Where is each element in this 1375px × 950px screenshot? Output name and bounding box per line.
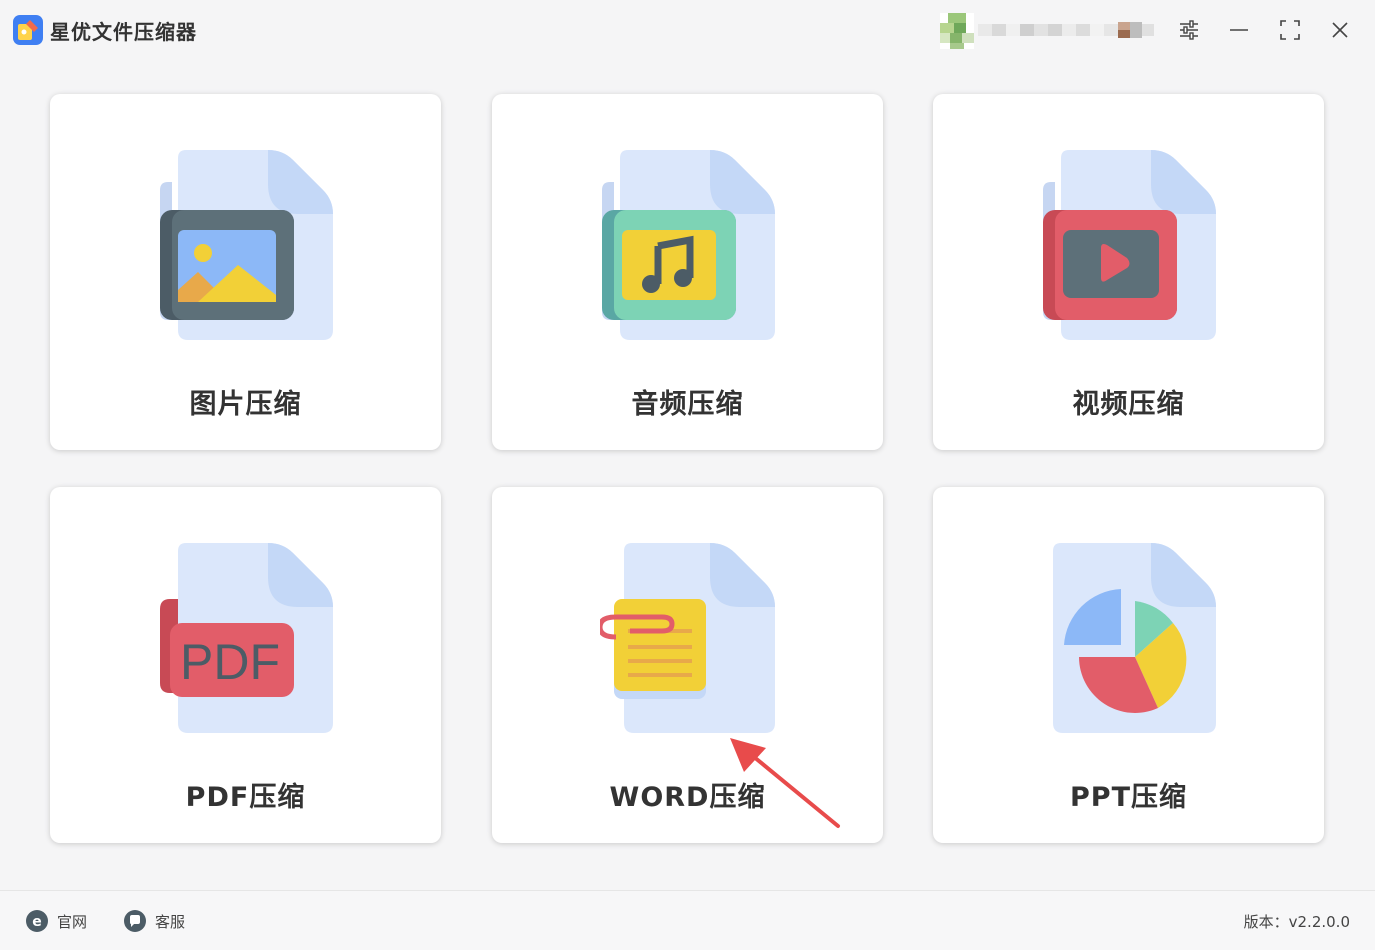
card-label: 视频压缩 <box>1072 389 1185 420</box>
app-title: 星优文件压缩器 <box>50 20 197 44</box>
close-icon <box>1332 22 1348 38</box>
official-site-label: 官网 <box>57 912 88 931</box>
card-image-compress[interactable]: 图片压缩 <box>50 94 441 450</box>
minimize-button[interactable] <box>1221 12 1257 48</box>
card-label: PPT压缩 <box>1070 782 1187 813</box>
svg-text:e: e <box>32 914 42 930</box>
card-pdf-compress[interactable]: PDF PDF压缩 <box>50 487 441 843</box>
footer-bar: e 官网 客服 版本：v2.2.0.0 <box>0 890 1375 950</box>
card-word-compress[interactable]: WORD压缩 <box>492 487 883 843</box>
card-label: PDF压缩 <box>185 782 306 813</box>
card-audio-compress[interactable]: 音频压缩 <box>492 94 883 450</box>
maximize-icon <box>1280 20 1300 40</box>
word-file-icon <box>600 543 775 733</box>
ppt-file-icon <box>1053 543 1216 733</box>
close-button[interactable] <box>1322 12 1358 48</box>
user-name-blurred <box>978 22 1154 38</box>
image-file-icon <box>160 150 333 340</box>
title-bar: 星优文件压缩器 <box>0 0 1375 60</box>
card-label: WORD压缩 <box>609 782 766 813</box>
ie-browser-icon: e <box>26 910 48 932</box>
settings-button[interactable] <box>1171 12 1207 48</box>
chat-bubble-icon <box>124 910 146 932</box>
music-file-icon <box>602 150 775 340</box>
customer-service-link[interactable]: 客服 <box>123 909 185 933</box>
sliders-icon <box>1180 20 1198 40</box>
card-label: 音频压缩 <box>631 389 744 420</box>
customer-service-label: 客服 <box>155 912 186 931</box>
maximize-button[interactable] <box>1272 12 1308 48</box>
card-ppt-compress[interactable]: PPT压缩 <box>933 487 1324 843</box>
video-file-icon <box>1043 150 1216 340</box>
app-logo-icon <box>13 15 43 45</box>
official-site-link[interactable]: e 官网 <box>25 909 87 933</box>
minimize-icon <box>1230 29 1248 31</box>
card-video-compress[interactable]: 视频压缩 <box>933 94 1324 450</box>
user-avatar[interactable] <box>940 13 974 49</box>
pdf-file-icon: PDF <box>160 543 333 733</box>
version-text: 版本：v2.2.0.0 <box>1243 913 1350 931</box>
pdf-icon-text: PDF <box>180 634 280 690</box>
card-label: 图片压缩 <box>189 389 302 420</box>
